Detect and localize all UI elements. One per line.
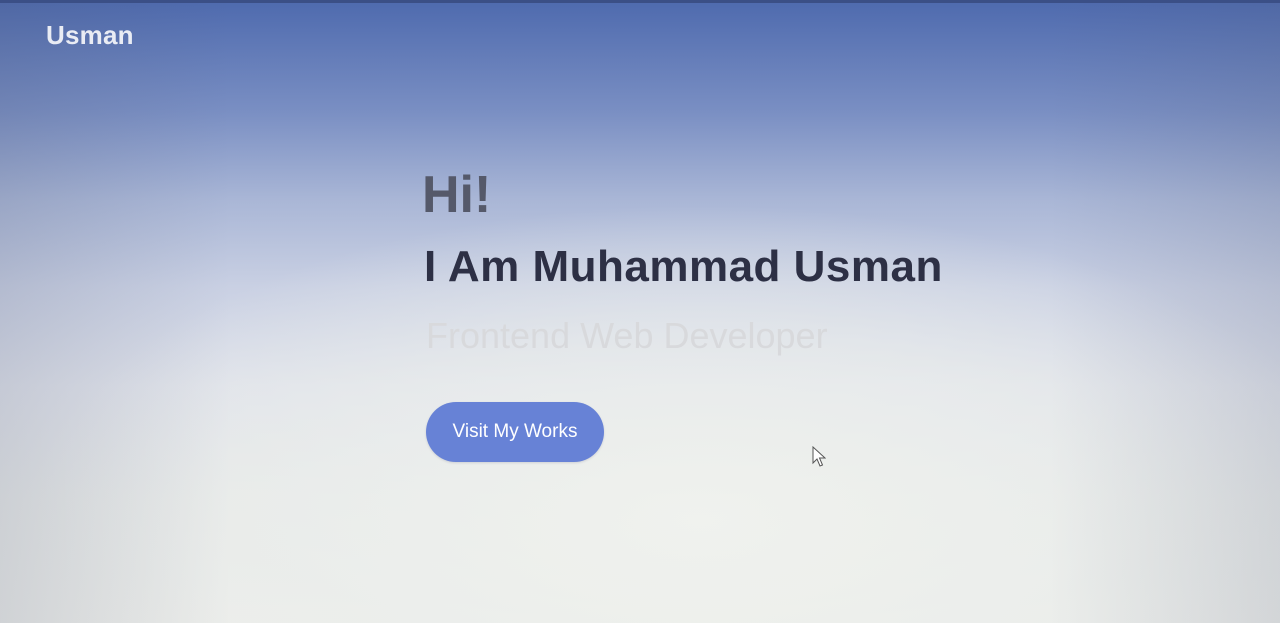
site-logo[interactable]: Usman	[46, 20, 134, 51]
hero-section: Hi! I Am Muhammad Usman Frontend Web Dev…	[422, 162, 1122, 462]
mouse-cursor-icon	[812, 446, 826, 467]
hero-greeting: Hi!	[422, 166, 492, 224]
hero-role-subtitle: Frontend Web Developer	[426, 315, 828, 356]
visit-my-works-button[interactable]: Visit My Works	[426, 402, 604, 462]
hero-name-heading: I Am Muhammad Usman	[424, 242, 943, 291]
top-edge	[0, 0, 1280, 3]
